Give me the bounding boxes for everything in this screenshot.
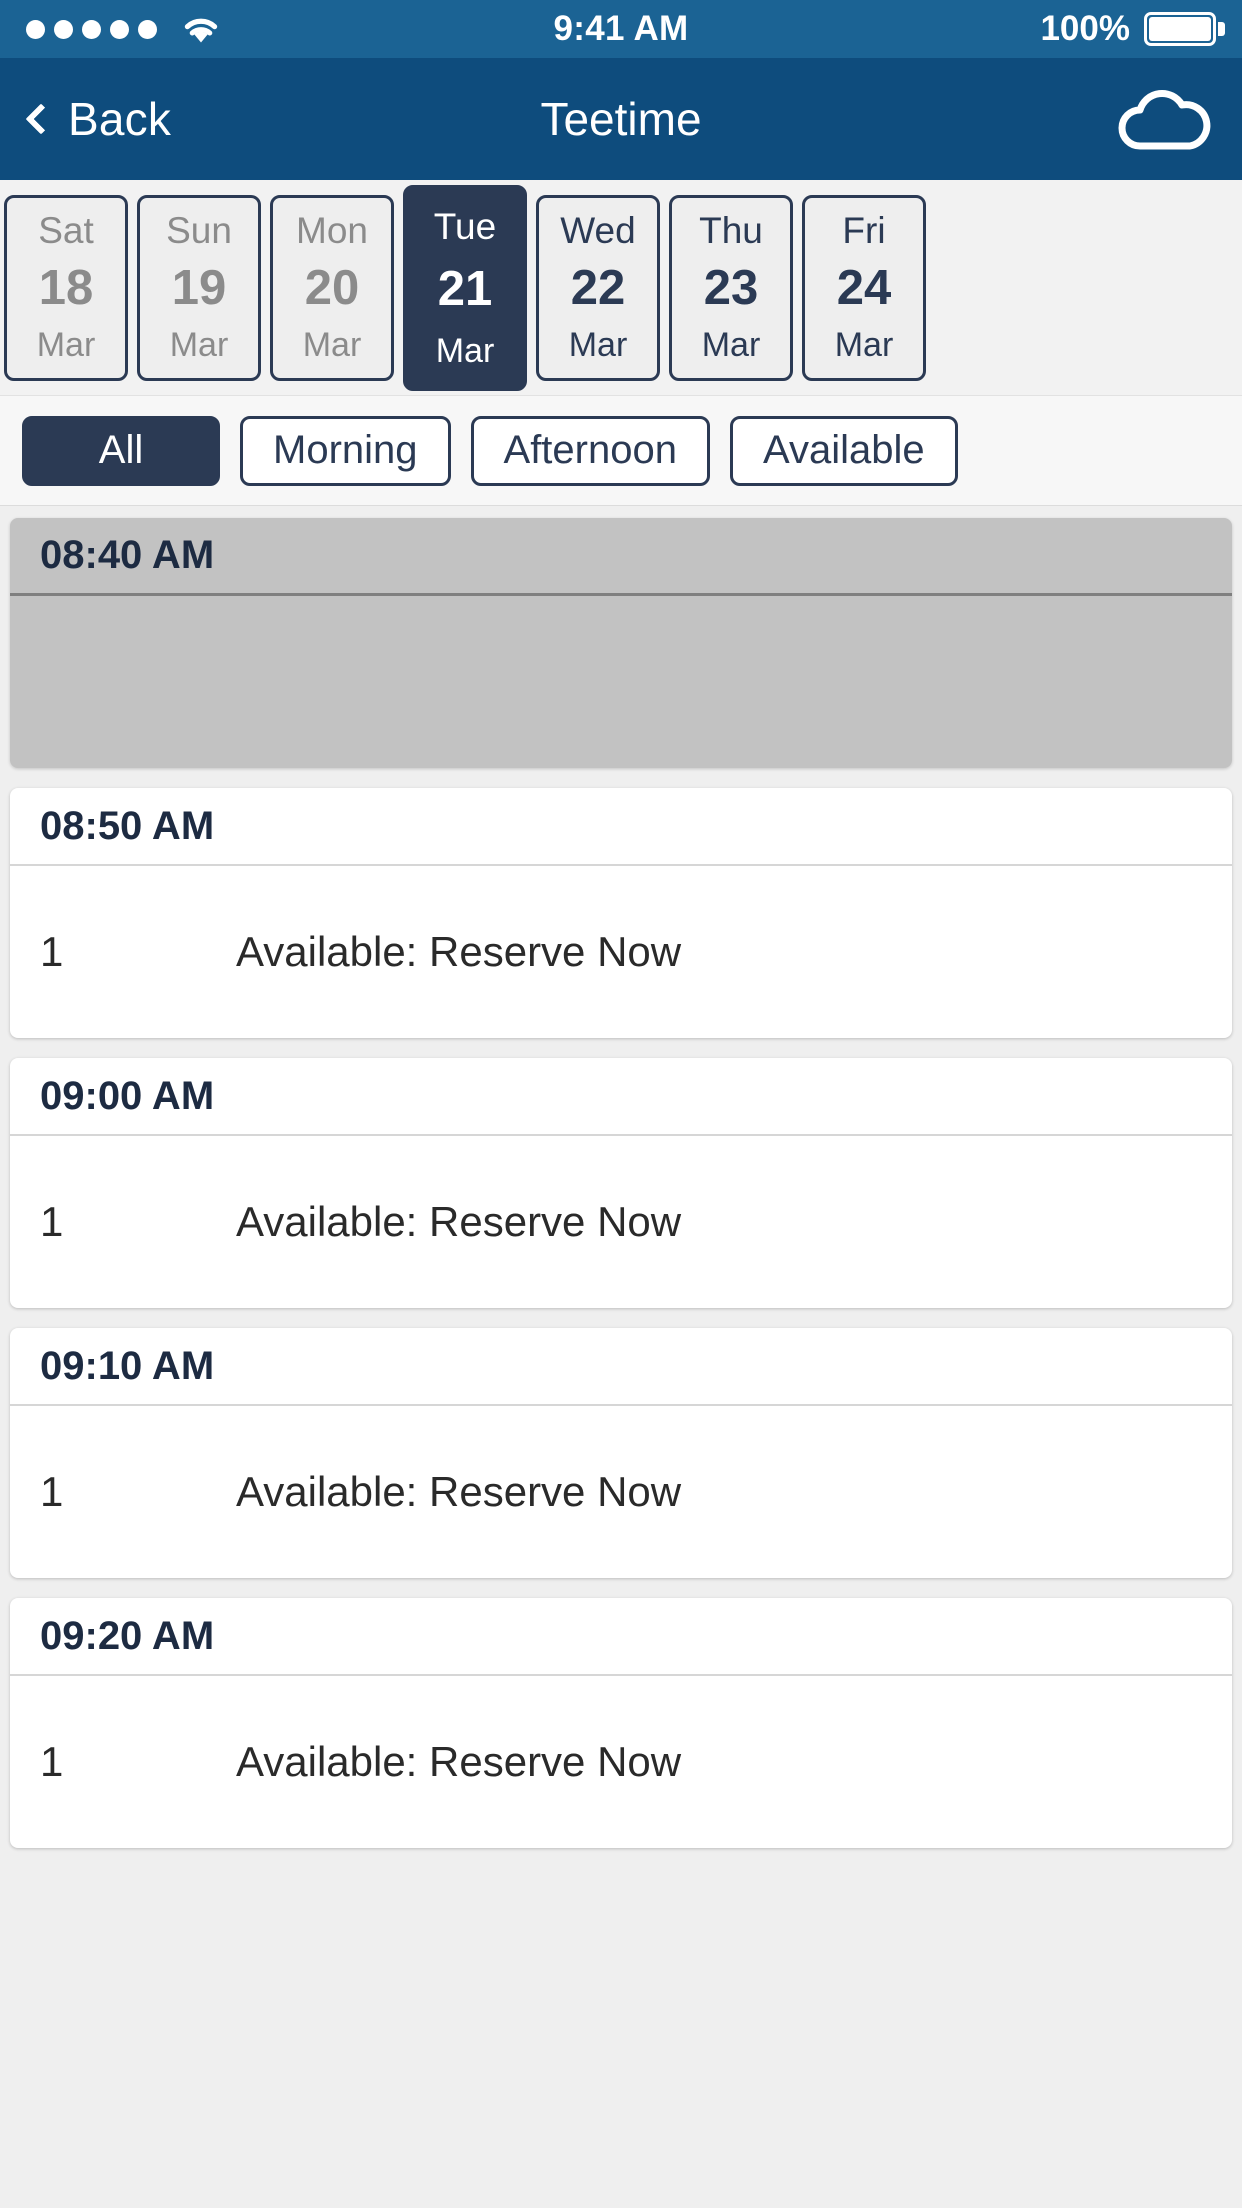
cloud-icon[interactable] [1116,86,1212,152]
filter-tab-afternoon[interactable]: Afternoon [470,415,710,486]
status-bar-right: 100% [1040,9,1225,49]
date-card-month: Mar [568,325,628,364]
filter-tab-all[interactable]: All [22,415,220,486]
teetime-slot-card[interactable]: 09:00 AM 1 Available: Reserve Now [10,1058,1232,1308]
back-button[interactable]: Back [25,92,172,146]
slot-time-label: 08:50 AM [10,788,1232,866]
battery-fill [1149,17,1211,41]
app-screen: 9:41 AM 100% Back Teetime Sat 18 Mar Sun [0,0,1242,2208]
slot-reserve-row[interactable]: 1 Available: Reserve Now [10,1676,1232,1848]
date-card-fri-24[interactable]: Fri 24 Mar [802,194,926,381]
signal-dot [54,19,73,39]
date-card-month: Mar [302,325,362,364]
date-card-month: Mar [834,325,894,364]
date-card-dow: Tue [433,205,497,247]
teetime-slot-card[interactable]: 08:50 AM 1 Available: Reserve Now [10,788,1232,1038]
date-card-month: Mar [701,325,761,364]
date-card-dow: Wed [560,209,636,251]
signal-dot [138,19,157,39]
battery-full-icon [1144,12,1225,46]
slot-available-count: 1 [40,1738,64,1785]
date-card-dow: Mon [296,209,368,251]
slot-time-label: 09:10 AM [10,1328,1232,1406]
slot-body-unavailable [10,596,1232,768]
date-card-dow: Fri [842,209,886,251]
back-button-label: Back [68,93,172,145]
teetime-slot-card[interactable]: 09:20 AM 1 Available: Reserve Now [10,1598,1232,1848]
filter-tab-bar: All Morning Afternoon Available [0,396,1242,506]
date-card-day: 19 [171,260,227,315]
teetime-slot-card[interactable]: 09:10 AM 1 Available: Reserve Now [10,1328,1232,1578]
slot-reserve-row[interactable]: 1 Available: Reserve Now [10,1136,1232,1308]
slot-time-label: 09:20 AM [10,1598,1232,1676]
date-card-day: 20 [304,260,360,315]
date-card-dow: Thu [699,209,763,251]
slot-time-label: 08:40 AM [10,518,1232,596]
signal-dot [110,19,129,39]
slot-reserve-row[interactable]: 1 Available: Reserve Now [10,866,1232,1038]
slot-status-label: Available: Reserve Now [236,1738,682,1785]
date-card-month: Mar [36,325,96,364]
slot-available-count: 1 [40,1198,64,1245]
date-card-day: 21 [437,261,493,316]
slot-reserve-row[interactable]: 1 Available: Reserve Now [10,1406,1232,1578]
navigation-bar: Back Teetime [0,58,1242,180]
date-card-day: 22 [570,260,626,315]
date-card-month: Mar [169,325,229,364]
slot-status-label: Available: Reserve Now [236,1198,682,1245]
slot-time-label: 09:00 AM [10,1058,1232,1136]
date-card-sun-19[interactable]: Sun 19 Mar [137,194,261,381]
chevron-left-icon [25,103,57,135]
date-card-month: Mar [435,331,495,370]
signal-dot [26,19,45,39]
signal-dot [82,19,101,39]
slot-status-label: Available: Reserve Now [236,1468,682,1515]
status-bar: 9:41 AM 100% [0,0,1242,58]
slot-available-count: 1 [40,1468,64,1515]
status-bar-left [26,12,223,46]
date-card-dow: Sat [38,209,94,251]
filter-tab-available[interactable]: Available [729,415,958,486]
slot-available-count: 1 [40,928,64,975]
page-title: Teetime [540,93,702,145]
teetime-slot-list[interactable]: 08:40 AM 08:50 AM 1 Available: Reserve N… [0,506,1242,2208]
date-card-day: 18 [38,260,94,315]
signal-strength-icon [26,19,157,39]
date-card-thu-23[interactable]: Thu 23 Mar [669,194,793,381]
date-card-tue-21-selected[interactable]: Tue 21 Mar [403,184,527,391]
slot-status-label: Available: Reserve Now [236,928,682,975]
date-card-day: 23 [703,260,759,315]
date-card-day: 24 [836,260,892,315]
date-card-sat-18[interactable]: Sat 18 Mar [4,194,128,381]
teetime-slot-card: 08:40 AM [10,518,1232,768]
date-card-wed-22[interactable]: Wed 22 Mar [536,194,660,381]
date-card-mon-20[interactable]: Mon 20 Mar [270,194,394,381]
date-card-dow: Sun [166,209,232,251]
filter-tab-morning[interactable]: Morning [240,415,451,486]
date-selector-strip[interactable]: Sat 18 Mar Sun 19 Mar Mon 20 Mar Tue 21 … [0,180,1242,396]
battery-percent: 100% [1040,9,1130,48]
wifi-icon [184,18,218,43]
battery-tip [1218,22,1225,36]
